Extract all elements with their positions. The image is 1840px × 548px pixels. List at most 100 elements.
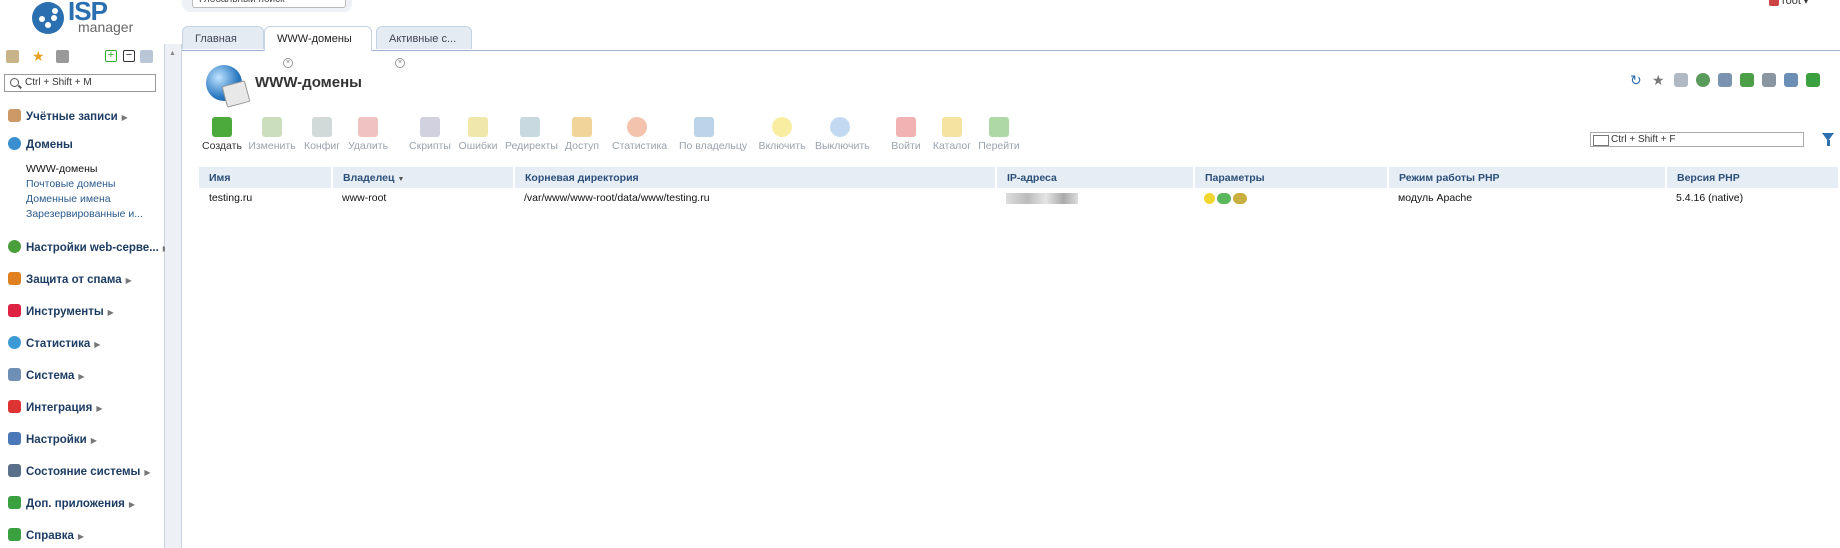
- cell-ip: [996, 188, 1194, 208]
- main-content: WWW-домены ↻ ★ Создать Изменить Конфиг У…: [182, 51, 1840, 548]
- scripts-button[interactable]: Скрипты: [405, 117, 455, 152]
- sidebar-item-label: Настройки: [26, 434, 87, 446]
- column-header-php-version[interactable]: Версия PHP: [1666, 167, 1840, 188]
- create-button[interactable]: Создать: [197, 117, 247, 152]
- sidebar-item-system[interactable]: Система ▶: [8, 368, 85, 384]
- button-label: Перейти: [978, 140, 1020, 152]
- button-label: Скрипты: [409, 140, 451, 152]
- users-icon: [8, 109, 21, 122]
- table-search-input[interactable]: Ctrl + Shift + F: [1590, 132, 1804, 147]
- edit-button[interactable]: Изменить: [247, 117, 297, 152]
- tab-bar: Главная WWW-домены× Активные с...×: [182, 25, 1840, 69]
- delete-icon: [358, 117, 378, 137]
- export-icon[interactable]: [1740, 73, 1754, 87]
- column-header-params[interactable]: Параметры: [1194, 167, 1389, 188]
- sidebar-item-web-server-settings[interactable]: Настройки web-серве...▶: [8, 240, 169, 256]
- chevron-right-icon: ▶: [77, 532, 85, 541]
- collapse-all-icon[interactable]: −: [123, 50, 135, 62]
- sidebar-item-label: Учётные записи: [26, 111, 118, 123]
- sidebar-collapse-bar[interactable]: ▲: [165, 44, 182, 548]
- briefcase-icon[interactable]: [56, 50, 69, 63]
- logo-ball-icon: [32, 2, 64, 34]
- sidebar-search-input[interactable]: Ctrl + Shift + M: [4, 74, 156, 92]
- page-actions: ↻ ★: [1630, 73, 1840, 89]
- sidebar-subitem-reserved[interactable]: Зарезервированные и...: [26, 207, 143, 221]
- folder-icon: [942, 117, 962, 137]
- column-label: IP-адреса: [1007, 171, 1057, 184]
- config-button[interactable]: Конфиг: [297, 117, 347, 152]
- table-search-placeholder: Ctrl + Shift + F: [1611, 134, 1676, 145]
- sidebar-item-integration[interactable]: Интеграция ▶: [8, 400, 102, 416]
- cell-name: testing.ru: [209, 192, 253, 204]
- lock-icon: [572, 117, 592, 137]
- delete-button[interactable]: Удалить: [343, 117, 393, 152]
- sidebar-item-settings[interactable]: Настройки ▶: [8, 432, 97, 448]
- sidebar-item-label: Настройки web-серве...: [26, 242, 159, 254]
- sidebar-item-help[interactable]: Справка ▶: [8, 528, 84, 544]
- column-header-owner[interactable]: Владелец ▼: [332, 167, 515, 188]
- chevron-right-icon: ▶: [107, 308, 114, 317]
- sidebar-subitem-domain-names[interactable]: Доменные имена: [26, 192, 111, 206]
- excel-icon[interactable]: [1806, 73, 1820, 87]
- catalog-button[interactable]: Каталог: [927, 117, 977, 152]
- tab-active-sessions[interactable]: Активные с...×: [376, 26, 472, 69]
- column-header-name[interactable]: Имя: [199, 167, 333, 188]
- access-button[interactable]: Доступ: [557, 117, 607, 152]
- login-button[interactable]: Войти: [881, 117, 931, 152]
- go-button[interactable]: Перейти: [974, 117, 1024, 152]
- favorites-star-icon[interactable]: ★: [32, 49, 45, 63]
- pin-icon[interactable]: [1674, 73, 1688, 87]
- globe-action-icon[interactable]: [1696, 73, 1710, 87]
- filter-by-owner-button[interactable]: По владельцу: [679, 117, 747, 152]
- login-icon: [896, 117, 916, 137]
- sidebar-subitem-www-domains[interactable]: WWW-домены: [26, 162, 97, 176]
- tab-www-domains[interactable]: WWW-домены×: [264, 26, 372, 69]
- table-row[interactable]: testing.ru www-root /var/www/www-root/da…: [199, 188, 1839, 208]
- copy-icon[interactable]: [1718, 73, 1732, 87]
- sidebar-item-accounts[interactable]: Учётные записи ▶: [8, 109, 128, 125]
- button-label: Статистика: [612, 140, 668, 152]
- tree-view-icon[interactable]: [6, 50, 19, 63]
- column-header-ip[interactable]: IP-адреса: [996, 167, 1195, 188]
- user-menu[interactable]: root ▾: [1768, 0, 1808, 7]
- button-label: Изменить: [248, 140, 296, 152]
- sidebar-item-spam-protection[interactable]: Защита от спама ▶: [8, 272, 132, 288]
- sidebar-item-domains[interactable]: Домены: [8, 137, 73, 153]
- global-search-input[interactable]: Глобальный поиск: [192, 0, 346, 8]
- refresh-icon[interactable]: ↻: [1630, 73, 1644, 87]
- enable-button[interactable]: Включить: [757, 117, 807, 152]
- sidebar-item-label: Защита от спама: [26, 274, 122, 286]
- tab-home[interactable]: Главная: [182, 26, 264, 49]
- table-settings-icon[interactable]: [1784, 73, 1798, 87]
- pin-icon[interactable]: [140, 50, 153, 63]
- sidebar-subitem-mail-domains[interactable]: Почтовые домены: [26, 177, 115, 191]
- print-icon[interactable]: [1762, 73, 1776, 87]
- sidebar-item-tools[interactable]: Инструменты ▶: [8, 304, 114, 320]
- monitor-icon: [8, 464, 21, 477]
- chevron-right-icon: ▶: [94, 340, 101, 349]
- sidebar-item-label: Состояние системы: [26, 466, 141, 478]
- disable-button[interactable]: Выключить: [815, 117, 870, 152]
- sidebar-item-system-state[interactable]: Состояние системы ▶: [8, 464, 150, 480]
- cell-root-dir: /var/www/www-root/data/www/testing.ru: [524, 192, 710, 204]
- column-label: Владелец: [343, 171, 395, 184]
- statistics-button[interactable]: Статистика: [612, 117, 668, 152]
- web-settings-icon: [8, 240, 21, 253]
- expand-all-icon[interactable]: +: [105, 50, 117, 62]
- sidebar-item-extra-apps[interactable]: Доп. приложения ▶: [8, 496, 135, 512]
- scripts-icon: [420, 117, 440, 137]
- isp-manager-logo[interactable]: ISP manager: [30, 0, 140, 38]
- config-icon: [312, 117, 332, 137]
- column-label: Режим работы PHP: [1399, 171, 1500, 184]
- filter-icon[interactable]: [1822, 133, 1834, 146]
- column-header-root-dir[interactable]: Корневая директория: [514, 167, 997, 188]
- global-search-area: Глобальный поиск: [182, 0, 352, 12]
- column-header-php-mode[interactable]: Режим работы PHP: [1388, 167, 1667, 188]
- sidebar-item-statistics[interactable]: Статистика ▶: [8, 336, 100, 352]
- redirects-button[interactable]: Редиректы: [505, 117, 558, 152]
- errors-button[interactable]: Ошибки: [453, 117, 503, 152]
- star-icon[interactable]: ★: [1652, 73, 1666, 87]
- sort-desc-icon: ▼: [397, 175, 405, 183]
- go-icon: [989, 117, 1009, 137]
- filter-owner-icon: [694, 117, 714, 137]
